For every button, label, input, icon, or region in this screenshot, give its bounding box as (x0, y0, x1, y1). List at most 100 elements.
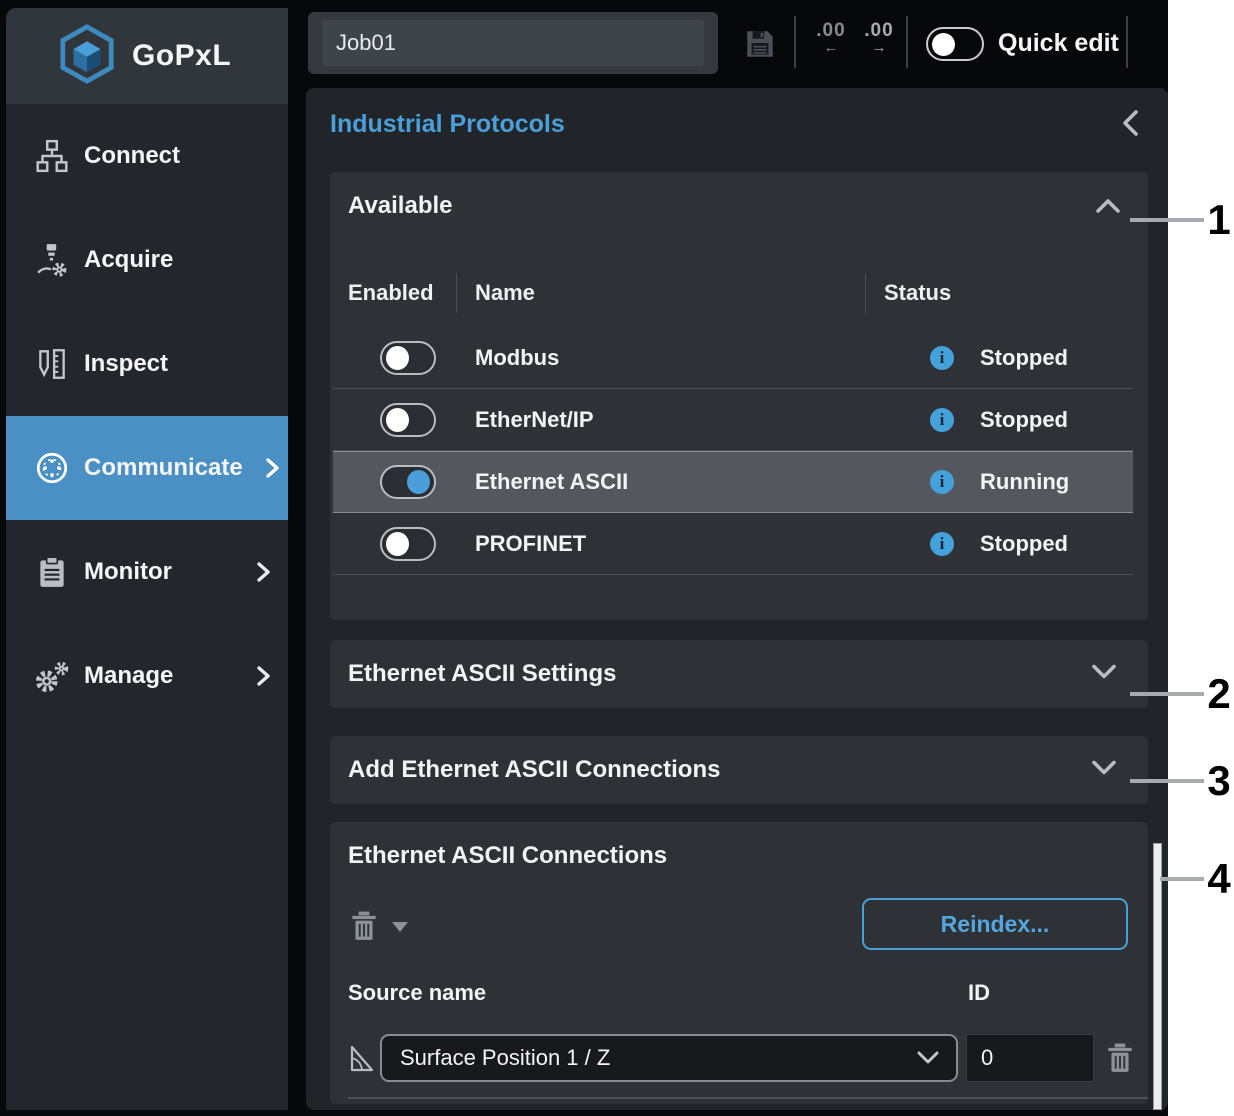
available-protocols-card: Available Enabled Name Status Modbus i S… (330, 172, 1148, 620)
info-icon[interactable]: i (930, 346, 954, 370)
screenshot-stage: GoPxL Connect Acquire (0, 0, 1234, 1116)
gopxl-logo-icon (56, 24, 118, 89)
info-icon[interactable]: i (930, 408, 954, 432)
delete-row-icon[interactable] (1106, 1042, 1134, 1079)
quick-edit-label: Quick edit (998, 29, 1119, 58)
sidebar-item-label: Connect (84, 142, 180, 170)
protocol-name: Modbus (475, 345, 825, 371)
callout-3: 3 (1204, 758, 1234, 804)
column-enabled: Enabled (348, 280, 456, 306)
toggle-knob (407, 470, 430, 494)
column-status: Status (884, 280, 951, 306)
info-icon[interactable]: i (930, 532, 954, 556)
callout-2: 2 (1204, 671, 1234, 717)
delete-connection-icon[interactable] (350, 910, 378, 947)
reindex-button[interactable]: Reindex... (862, 898, 1128, 950)
chevron-left-icon[interactable] (1118, 108, 1144, 143)
toolbar-separator (906, 16, 908, 68)
enable-toggle[interactable] (380, 527, 436, 561)
protocol-name: Ethernet ASCII (475, 469, 825, 495)
callout-line-4 (1160, 877, 1204, 881)
status-badge: Stopped (980, 531, 1068, 557)
callout-line-2 (1130, 692, 1204, 696)
connection-id-input[interactable] (966, 1034, 1094, 1082)
sidebar-item-acquire[interactable]: Acquire (6, 208, 288, 312)
info-icon[interactable]: i (930, 470, 954, 494)
toolbar-separator (1126, 16, 1128, 68)
status-badge: Stopped (980, 407, 1068, 433)
connection-row: Surface Position 1 / Z (330, 1034, 1148, 1084)
sidebar-item-label: Manage (84, 662, 173, 690)
callout-4: 4 (1204, 856, 1234, 902)
sidebar-logo-header: GoPxL (6, 8, 288, 104)
callout-1: 1 (1204, 197, 1234, 243)
status-badge: Running (980, 469, 1069, 495)
callout-bracket-scrollbar (1153, 843, 1162, 1110)
dropdown-selected-value: Surface Position 1 / Z (400, 1045, 916, 1071)
ethernet-ascii-connections-card: Ethernet ASCII Connections Reindex... So… (330, 822, 1148, 1104)
probe-ruler-icon (30, 346, 74, 382)
chevron-down-icon[interactable] (1090, 758, 1118, 783)
table-row-ethernet-ascii[interactable]: Ethernet ASCII i Running (333, 451, 1133, 513)
protocol-name: PROFINET (475, 531, 825, 557)
brand-name: GoPxL (132, 39, 231, 73)
column-divider (456, 273, 457, 313)
section-title: Ethernet ASCII Settings (348, 660, 616, 688)
section-title: Add Ethernet ASCII Connections (348, 756, 720, 784)
ethernet-ascii-settings-section[interactable]: Ethernet ASCII Settings (330, 640, 1148, 708)
row-divider (348, 1097, 1148, 1099)
toggle-knob (386, 346, 409, 370)
column-name: Name (475, 280, 865, 306)
save-job-icon[interactable] (742, 26, 778, 67)
sidebar-nav: Connect Acquire Inspect (6, 104, 288, 1110)
undo-icon[interactable]: .00 ← (810, 20, 852, 54)
industrial-protocols-panel: Industrial Protocols Available Enabled N… (306, 88, 1168, 1110)
enable-toggle[interactable] (380, 403, 436, 437)
toggle-knob (932, 33, 955, 56)
job-name-input[interactable] (322, 20, 704, 66)
column-id: ID (968, 980, 990, 1006)
sidebar-item-monitor[interactable]: Monitor (6, 520, 288, 624)
quick-edit-toggle[interactable] (926, 27, 984, 61)
sidebar-item-label: Acquire (84, 246, 173, 274)
connector-icon (30, 449, 74, 487)
table-row-modbus: Modbus i Stopped (333, 327, 1133, 389)
toggle-knob (386, 408, 409, 432)
table-row-profinet: PROFINET i Stopped (333, 513, 1133, 575)
gears-icon (30, 657, 74, 695)
chevron-right-icon (254, 664, 272, 688)
protocol-name: EtherNet/IP (475, 407, 825, 433)
sidebar-item-manage[interactable]: Manage (6, 624, 288, 728)
protocol-table-rows: Modbus i Stopped EtherNet/IP i Stopped E… (333, 327, 1133, 575)
redo-icon[interactable]: .00 → (858, 20, 900, 54)
sidebar-item-label: Communicate (84, 454, 243, 482)
add-ethernet-ascii-connections-section[interactable]: Add Ethernet ASCII Connections (330, 736, 1148, 804)
callout-line-3 (1130, 779, 1204, 783)
table-row-ethernetip: EtherNet/IP i Stopped (333, 389, 1133, 451)
sidebar-item-communicate[interactable]: Communicate (6, 416, 288, 520)
delete-options-caret-icon[interactable] (392, 922, 408, 932)
sensor-icon (30, 242, 74, 278)
chevron-down-icon (916, 1050, 940, 1066)
toolbar-separator (794, 16, 796, 68)
enable-toggle[interactable] (380, 465, 436, 499)
toggle-knob (386, 532, 409, 556)
clipboard-icon (30, 554, 74, 590)
chevron-down-icon[interactable] (1090, 662, 1118, 687)
column-source-name: Source name (348, 980, 486, 1006)
protocol-table-header: Enabled Name Status (333, 272, 1133, 314)
callout-line-1 (1130, 218, 1204, 222)
network-icon (30, 138, 74, 174)
panel-title: Industrial Protocols (330, 110, 565, 139)
enable-toggle[interactable] (380, 341, 436, 375)
chevron-up-icon[interactable] (1094, 196, 1122, 221)
measurement-icon (346, 1042, 374, 1079)
sidebar-item-label: Inspect (84, 350, 168, 378)
connections-title: Ethernet ASCII Connections (348, 842, 667, 870)
sidebar-item-inspect[interactable]: Inspect (6, 312, 288, 416)
source-name-dropdown[interactable]: Surface Position 1 / Z (380, 1034, 958, 1082)
status-badge: Stopped (980, 345, 1068, 371)
sidebar-item-connect[interactable]: Connect (6, 104, 288, 208)
chevron-right-icon (263, 456, 281, 480)
chevron-right-icon (254, 560, 272, 584)
